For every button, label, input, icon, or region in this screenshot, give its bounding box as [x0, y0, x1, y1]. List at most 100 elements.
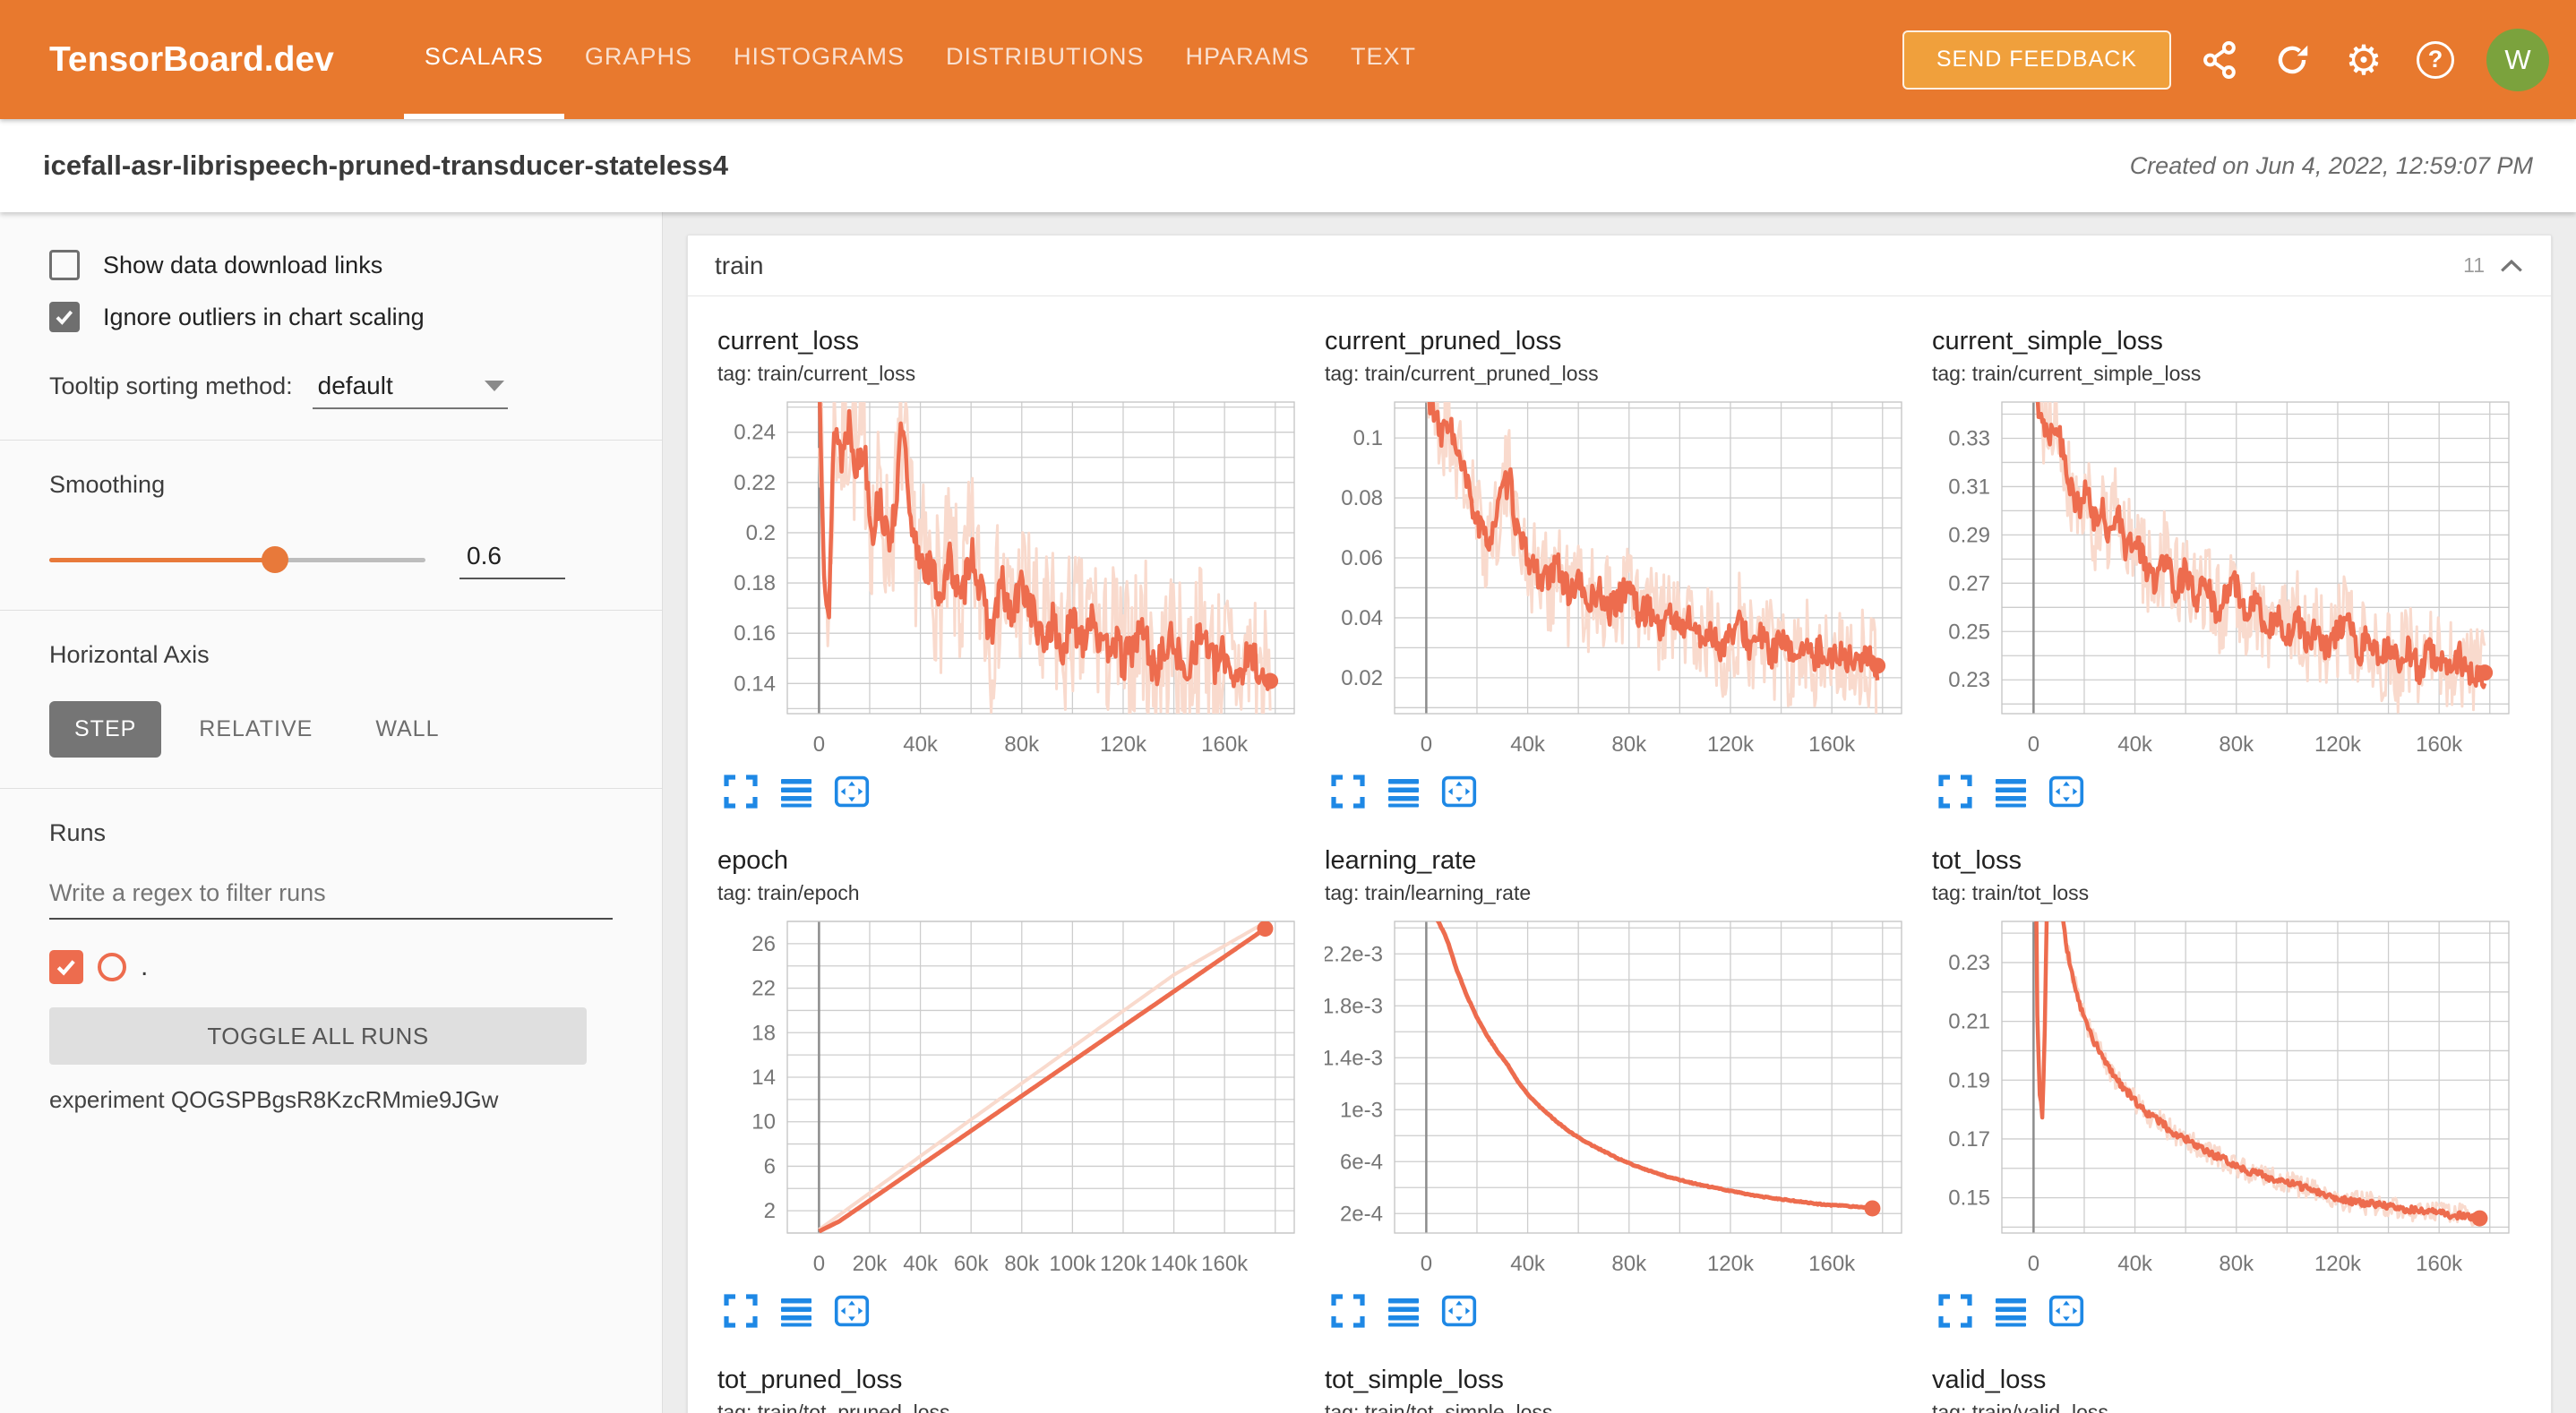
x-tick-label: 160k — [1201, 1252, 1249, 1276]
y-tick-label: 26 — [751, 932, 776, 956]
x-tick-label: 160k — [2416, 732, 2463, 757]
chart-plot-current_loss[interactable]: 0.140.160.180.20.220.24040k80k120k160k — [717, 397, 1305, 769]
chart-plot-current_simple_loss[interactable]: 0.230.250.270.290.310.33040k80k120k160k — [1932, 397, 2520, 769]
expand-chart-icon — [1937, 774, 1973, 809]
horizontal-axis-label: Horizontal Axis — [49, 641, 613, 669]
chart-title: valid_loss — [1932, 1366, 2520, 1395]
topbar-actions: SEND FEEDBACK ⚙ ? W — [1902, 0, 2549, 119]
chart-tile-current_loss: current_losstag: train/current_loss0.140… — [717, 327, 1305, 810]
settings-gear-icon[interactable]: ⚙ — [2341, 38, 2386, 82]
axis-option-step[interactable]: STEP — [49, 701, 161, 758]
chart-plot-tot_loss[interactable]: 0.150.170.190.210.23040k80k120k160k — [1932, 916, 2520, 1289]
help-icon[interactable]: ? — [2413, 38, 2458, 82]
x-tick-label: 80k — [1004, 1252, 1040, 1276]
tab-text[interactable]: TEXT — [1330, 0, 1437, 119]
data-series-button[interactable] — [1386, 1292, 1425, 1330]
toggle-all-runs-button[interactable]: TOGGLE ALL RUNS — [49, 1007, 587, 1065]
data-series-button[interactable] — [1386, 773, 1425, 810]
fit-domain-button[interactable] — [2048, 1292, 2088, 1330]
expand-chart-button[interactable] — [1937, 1292, 1977, 1330]
series-raw — [819, 922, 1265, 1229]
ignore-outliers-checkbox[interactable]: Ignore outliers in chart scaling — [49, 302, 613, 332]
fit-domain-button[interactable] — [2048, 773, 2088, 810]
x-tick-label: 40k — [2117, 1252, 2153, 1276]
y-tick-label: 0.17 — [1948, 1127, 1990, 1152]
x-tick-label: 40k — [903, 1252, 939, 1276]
settings-sidebar: Show data download links Ignore outliers… — [0, 212, 663, 1413]
share-icon[interactable] — [2198, 38, 2243, 82]
fit-domain-icon — [1441, 1293, 1477, 1329]
x-tick-label: 160k — [1201, 732, 1249, 757]
chart-title: epoch — [717, 846, 1305, 876]
y-tick-label: 0.22 — [734, 471, 776, 495]
x-tick-label: 60k — [954, 1252, 990, 1276]
checkbox-unchecked[interactable] — [49, 250, 80, 280]
x-tick-label: 40k — [1510, 1252, 1546, 1276]
collapse-section-button[interactable] — [2499, 258, 2524, 274]
data-series-icon — [1993, 774, 2029, 809]
divider — [0, 440, 662, 441]
expand-chart-button[interactable] — [1937, 773, 1977, 810]
data-series-button[interactable] — [1993, 1292, 2032, 1330]
expand-chart-button[interactable] — [1330, 773, 1370, 810]
fit-domain-button[interactable] — [1441, 1292, 1481, 1330]
runs-label: Runs — [49, 819, 613, 847]
experiment-id-label: experiment QOGSPBgsR8KzcRMmie9JGw — [49, 1086, 613, 1114]
data-series-button[interactable] — [778, 773, 818, 810]
y-tick-label: 0.33 — [1948, 426, 1990, 450]
chart-tag: tag: train/valid_loss — [1932, 1400, 2520, 1413]
smoothing-value-input[interactable] — [459, 540, 565, 579]
tab-hparams[interactable]: HPARAMS — [1165, 0, 1331, 119]
refresh-icon[interactable] — [2270, 38, 2314, 82]
tab-distributions[interactable]: DISTRIBUTIONS — [925, 0, 1165, 119]
expand-chart-button[interactable] — [1330, 1292, 1370, 1330]
x-tick-label: 40k — [1510, 732, 1546, 757]
run-checkbox-checked[interactable] — [49, 950, 83, 984]
chart-plot-learning_rate[interactable]: 2e-46e-41e-31.4e-31.8e-32.2e-3040k80k120… — [1325, 916, 1912, 1289]
slider-thumb[interactable] — [262, 546, 288, 573]
data-series-button[interactable] — [1993, 773, 2032, 810]
divider — [0, 610, 662, 611]
fit-domain-button[interactable] — [834, 1292, 873, 1330]
train-section-header[interactable]: train 11 — [688, 236, 2551, 296]
chart-title: tot_simple_loss — [1325, 1366, 1912, 1395]
tab-scalars[interactable]: SCALARS — [404, 0, 564, 119]
expand-chart-button[interactable] — [723, 1292, 762, 1330]
run-color-swatch[interactable] — [98, 953, 126, 981]
checkbox-label: Show data download links — [103, 252, 382, 279]
axis-option-relative[interactable]: RELATIVE — [174, 701, 338, 758]
axis-option-wall[interactable]: WALL — [350, 701, 464, 758]
series-end-dot — [1869, 657, 1885, 673]
series-smoothed — [1437, 918, 1873, 1209]
show-download-links-checkbox[interactable]: Show data download links — [49, 250, 613, 280]
series-end-dot — [1257, 921, 1273, 937]
checkbox-checked[interactable] — [49, 302, 80, 332]
y-tick-label: 10 — [751, 1110, 776, 1135]
chart-title: current_pruned_loss — [1325, 327, 1912, 356]
x-tick-label: 80k — [2219, 1252, 2254, 1276]
data-series-button[interactable] — [778, 1292, 818, 1330]
expand-chart-icon — [1937, 1293, 1973, 1329]
runs-filter-input[interactable] — [49, 874, 613, 920]
expand-chart-button[interactable] — [723, 773, 762, 810]
chart-tag: tag: train/tot_loss — [1932, 881, 2520, 905]
tab-graphs[interactable]: GRAPHS — [564, 0, 713, 119]
send-feedback-button[interactable]: SEND FEEDBACK — [1902, 30, 2171, 90]
smoothing-slider[interactable] — [49, 558, 425, 562]
chart-plot-current_pruned_loss[interactable]: 0.020.040.060.080.1040k80k120k160k — [1325, 397, 1912, 769]
x-tick-label: 160k — [1808, 1252, 1856, 1276]
fit-domain-button[interactable] — [834, 773, 873, 810]
fit-domain-button[interactable] — [1441, 773, 1481, 810]
y-tick-label: 1.4e-3 — [1325, 1046, 1383, 1070]
tooltip-sorting-dropdown[interactable]: default — [313, 372, 508, 409]
chart-plot-epoch[interactable]: 261014182226020k40k60k80k100k120k140k160… — [717, 916, 1305, 1289]
experiment-name: icefall-asr-librispeech-pruned-transduce… — [43, 150, 728, 182]
data-series-icon — [778, 1293, 814, 1329]
user-avatar[interactable]: W — [2486, 29, 2549, 91]
chart-toolbar — [723, 773, 1305, 810]
expand-chart-icon — [1330, 774, 1366, 809]
tab-histograms[interactable]: HISTOGRAMS — [713, 0, 925, 119]
horizontal-axis-options: STEPRELATIVEWALL — [49, 701, 613, 758]
x-tick-label: 120k — [1707, 1252, 1755, 1276]
data-series-icon — [1386, 1293, 1421, 1329]
